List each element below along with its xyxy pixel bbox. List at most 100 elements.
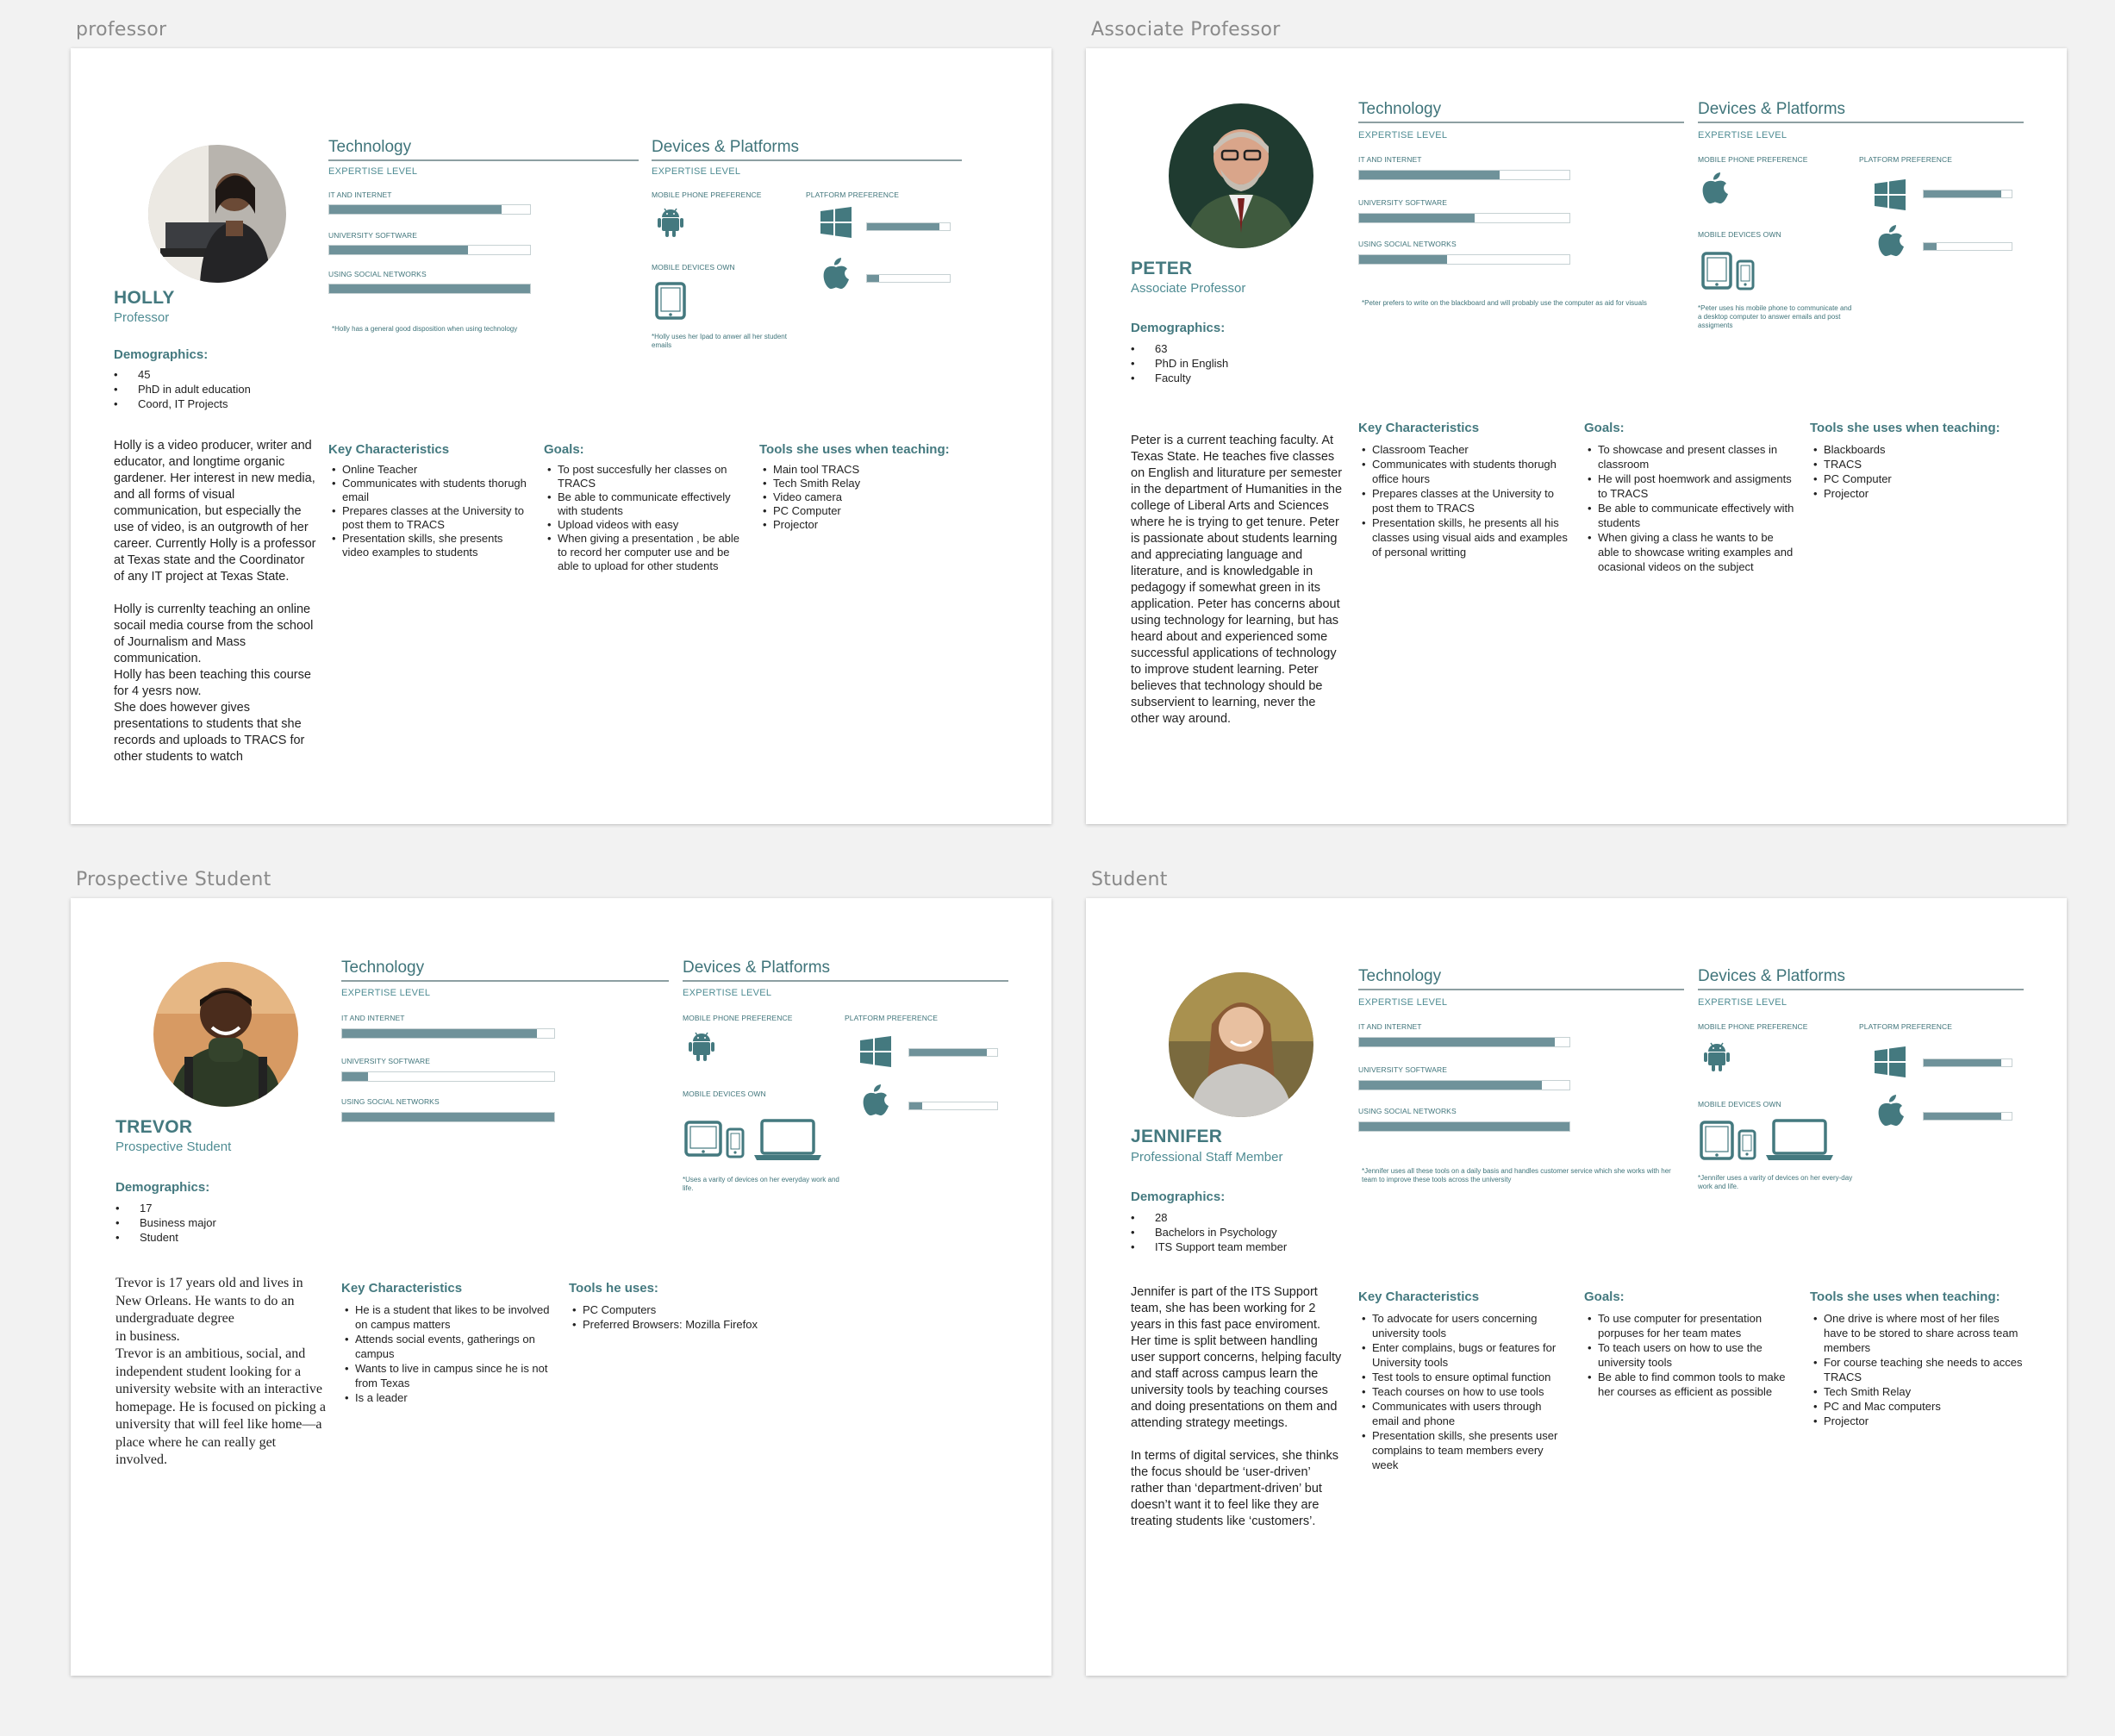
persona-role: Professional Staff Member (1131, 1150, 1283, 1165)
social-networks-label: USING SOCIAL NETWORKS (1358, 240, 1457, 248)
list-item: One drive is where most of her files hav… (1810, 1311, 2025, 1355)
key-characteristics-heading: Key Characteristics (341, 1281, 463, 1296)
expertise-label: EXPERTISE LEVEL (1358, 997, 1448, 1008)
list-item: Projector (759, 518, 966, 532)
goals-list: To use computer for presentation porpuse… (1584, 1311, 1796, 1399)
list-item: Student (117, 1230, 216, 1245)
goals-list: To showcase and present classes in class… (1584, 442, 1796, 574)
list-item: PC Computer (759, 504, 966, 518)
social-networks-bar (1358, 1121, 1570, 1132)
expertise-label: EXPERTISE LEVEL (1698, 997, 1787, 1008)
persona-card-holly[interactable]: HOLLY Professor Demographics: 45 PhD in … (71, 48, 1051, 824)
list-item: Communicates with students thorugh offic… (1358, 457, 1570, 486)
key-characteristics-list: Online Teacher Communicates with student… (328, 463, 531, 559)
technology-heading: Technology (328, 138, 639, 161)
apple-preference-bar (1923, 242, 2012, 251)
platform-preference-label: PLATFORM PREFERENCE (1859, 155, 1953, 164)
persona-name: TREVOR (115, 1117, 193, 1137)
artboard-label-professor[interactable]: professor (76, 19, 166, 41)
list-item: Attends social events, gatherings on cam… (341, 1332, 553, 1361)
list-item: 63 (1132, 341, 1228, 356)
demographics-heading: Demographics: (1131, 1190, 1226, 1204)
it-internet-label: IT AND INTERNET (341, 1014, 405, 1022)
bar-fill (1924, 243, 1937, 250)
bar-fill (1359, 1038, 1555, 1046)
tablet-icon (1701, 252, 1732, 290)
demographics-heading: Demographics: (115, 1180, 210, 1195)
persona-name: JENNIFER (1131, 1127, 1223, 1146)
devices-heading: Devices & Platforms (1698, 100, 2024, 123)
android-icon (688, 1031, 715, 1062)
expertise-label: EXPERTISE LEVEL (1358, 130, 1448, 141)
apple-icon (862, 1084, 889, 1116)
goals-heading: Goals: (544, 442, 584, 457)
key-characteristics-list: He is a student that likes to be involve… (341, 1302, 553, 1405)
it-internet-bar (1358, 170, 1570, 180)
list-item: Video camera (759, 490, 966, 504)
artboard-label-associate[interactable]: Associate Professor (1091, 19, 1281, 41)
tools-heading: Tools she uses when teaching: (1810, 421, 2000, 435)
list-item: Be able to communicate effectively with … (544, 490, 746, 518)
social-networks-bar (1358, 254, 1570, 265)
laptop-icon (753, 1119, 822, 1162)
list-item: To use computer for presentation porpuse… (1584, 1311, 1796, 1340)
list-item: Presentation skills, she presents video … (328, 532, 531, 559)
device-note: *Jennifer uses a varity of devices on he… (1698, 1174, 1853, 1190)
list-item: Is a leader (341, 1390, 553, 1405)
persona-card-trevor[interactable]: TREVOR Prospective Student Demographics:… (71, 898, 1051, 1676)
bar-fill (909, 1049, 987, 1056)
avatar (148, 145, 286, 283)
expertise-label: EXPERTISE LEVEL (1698, 130, 1787, 141)
artboard-label-prospective[interactable]: Prospective Student (76, 869, 271, 890)
device-note: *Peter uses his mobile phone to communic… (1698, 304, 1852, 329)
bar-fill (329, 284, 530, 293)
persona-bio: Trevor is 17 years old and lives in New … (115, 1276, 326, 1467)
list-item: Enter complains, bugs or features for Un… (1358, 1340, 1570, 1370)
tools-list: Blackboards TRACS PC Computer Projector (1810, 442, 2025, 501)
expertise-label: EXPERTISE LEVEL (683, 988, 772, 998)
university-software-label: UNIVERSITY SOFTWARE (1358, 1065, 1447, 1074)
list-item: PhD in English (1132, 356, 1228, 371)
avatar (1169, 103, 1313, 248)
it-internet-label: IT AND INTERNET (1358, 155, 1422, 164)
devices-heading: Devices & Platforms (652, 138, 962, 161)
phone-icon (726, 1127, 745, 1158)
university-software-bar (1358, 1080, 1570, 1090)
bar-fill (329, 246, 468, 254)
list-item: Presentation skills, he presents all his… (1358, 515, 1570, 559)
persona-bio: Holly is a video producer, writer and ed… (114, 439, 316, 764)
platform-preference-label: PLATFORM PREFERENCE (1859, 1022, 1953, 1031)
apple-icon (822, 258, 850, 290)
tech-note: *Jennifer uses all these tools on a dail… (1362, 1167, 1671, 1183)
tablet-icon (1700, 1121, 1734, 1160)
bar-fill (909, 1102, 923, 1109)
it-internet-bar (328, 204, 531, 215)
it-internet-label: IT AND INTERNET (328, 190, 392, 199)
apple-preference-bar (908, 1102, 998, 1110)
windows-preference-bar (1923, 190, 2012, 198)
university-software-label: UNIVERSITY SOFTWARE (1358, 198, 1447, 207)
tools-list: PC Computers Preferred Browsers: Mozilla… (569, 1302, 758, 1332)
windows-icon (1875, 179, 1906, 210)
persona-card-jennifer[interactable]: JENNIFER Professional Staff Member Demog… (1086, 898, 2067, 1676)
bar-fill (1924, 190, 2001, 197)
apple-preference-bar (866, 274, 951, 283)
list-item: Test tools to ensure optimal function (1358, 1370, 1570, 1384)
artboard-label-student[interactable]: Student (1091, 869, 1168, 890)
list-item: Projector (1810, 486, 2025, 501)
mobile-devices-own-label: MOBILE DEVICES OWN (1698, 1100, 1781, 1108)
list-item: Upload videos with easy (544, 518, 746, 532)
list-item: To teach users on how to use the univers… (1584, 1340, 1796, 1370)
android-icon (1703, 1041, 1731, 1072)
technology-heading: Technology (341, 959, 669, 982)
list-item: To post succesfully her classes on TRACS (544, 463, 746, 490)
mobile-preference-label: MOBILE PHONE PREFERENCE (1698, 1022, 1808, 1031)
list-item: Classroom Teacher (1358, 442, 1570, 457)
phone-icon (1736, 259, 1755, 290)
persona-card-peter[interactable]: PETER Associate Professor Demographics: … (1086, 48, 2067, 824)
bar-fill (1359, 171, 1500, 179)
social-networks-label: USING SOCIAL NETWORKS (1358, 1107, 1457, 1115)
tablet-icon (684, 1121, 722, 1157)
mobile-devices-own-label: MOBILE DEVICES OWN (652, 263, 735, 272)
list-item: Prepares classes at the University to po… (1358, 486, 1570, 515)
